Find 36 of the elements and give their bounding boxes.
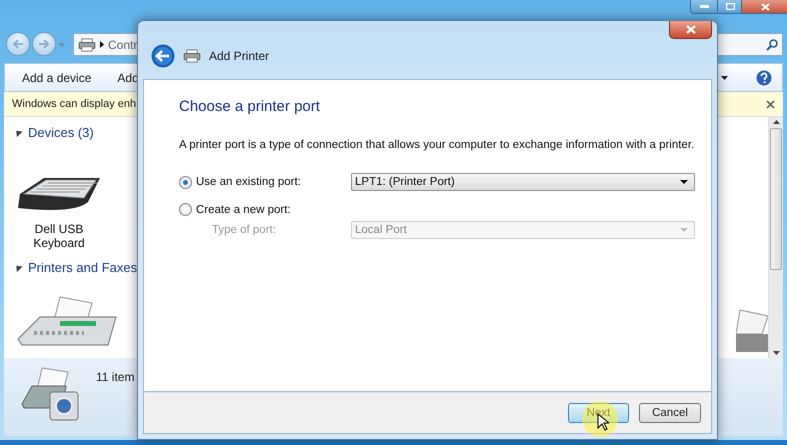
radio-option[interactable]: Create a new port: [179, 203, 351, 216]
back-arrow-icon [12, 39, 24, 49]
toolbar-button[interactable]: Add a device [22, 70, 92, 84]
close-button[interactable] [741, 0, 787, 14]
close-icon [760, 2, 770, 10]
minimize-icon [700, 5, 709, 8]
caret-icon[interactable] [721, 76, 728, 80]
info-bar-text: Windows can display enh [12, 98, 136, 110]
dialog-title: Add Printer [209, 49, 270, 63]
close-icon [686, 25, 696, 34]
search-icon [766, 38, 778, 50]
printer-icon [183, 49, 201, 63]
field-label: Type of port: [211, 224, 277, 236]
chevron-icon [100, 41, 104, 48]
forward-arrow-icon [38, 39, 50, 49]
back-icon[interactable] [151, 44, 175, 68]
radio-option[interactable]: Use an existing port: [179, 176, 351, 188]
group-header[interactable]: Printers and Faxes [14, 260, 154, 275]
close-button[interactable] [669, 21, 712, 39]
minimize-button[interactable] [690, 0, 719, 14]
port-select[interactable]: LPT1: (Printer Port) [351, 173, 695, 191]
scrollbar[interactable] [768, 117, 783, 358]
page-heading: Choose a printer port [179, 98, 321, 115]
group-header[interactable]: Devices (3) [14, 125, 154, 140]
close-icon[interactable] [766, 100, 775, 108]
maximize-icon [726, 3, 734, 10]
scroll-up-icon[interactable] [772, 120, 780, 124]
item-count: 11 item [96, 370, 134, 384]
maximize-button[interactable] [717, 0, 743, 14]
scroll-down-icon[interactable] [772, 351, 780, 355]
description-text: A printer port is a type of connection that allows your computer to exchange information with a printer. [179, 139, 696, 151]
cancel-button[interactable]: Cancel [639, 403, 701, 423]
printer-icon [78, 38, 96, 52]
help-icon[interactable] [756, 70, 772, 86]
search-field[interactable] [715, 33, 783, 56]
device-label[interactable]: Dell USB Keyboard [14, 222, 104, 250]
